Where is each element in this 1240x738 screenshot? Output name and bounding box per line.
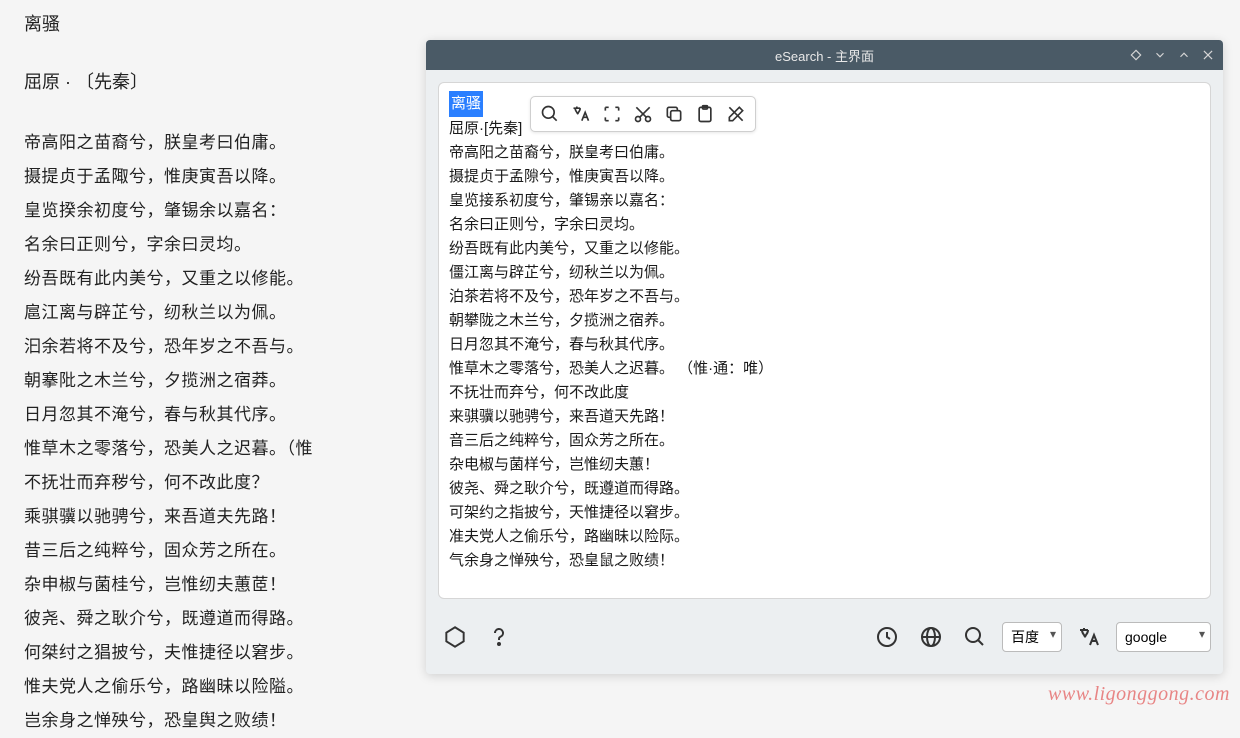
window-controls (1127, 46, 1217, 64)
translate-icon[interactable] (566, 99, 596, 129)
editor-line: 彼尧、舜之耿介兮，既遵道而得路。 (449, 477, 1200, 501)
translate-footer-icon[interactable] (1072, 620, 1106, 654)
editor-line: 皇览接系初度兮，肇锡亲以嘉名： (449, 189, 1200, 213)
selection-toolbar (530, 96, 756, 132)
delete-icon[interactable] (721, 99, 751, 129)
titlebar: eSearch - 主界面 (426, 40, 1223, 70)
copy-icon[interactable] (659, 99, 689, 129)
select-all-icon[interactable] (597, 99, 627, 129)
poem-line: 帝高阳之苗裔兮，朕皇考曰伯庸。 (24, 126, 424, 160)
editor-line: 僵江离与辟芷兮，纫秋兰以为佩。 (449, 261, 1200, 285)
poem-author: 屈原 · 〔先秦〕 (24, 64, 424, 100)
editor-line: 名余曰正则兮，字余曰灵均。 (449, 213, 1200, 237)
maximize-icon[interactable] (1175, 46, 1193, 64)
poem-line: 何桀纣之猖披兮，夫惟捷径以窘步。 (24, 636, 424, 670)
poem-line: 不抚壮而弃秽兮，何不改此度？ (24, 466, 424, 500)
history-icon[interactable] (870, 620, 904, 654)
editor-line: 杂电椒与菌样兮，岂惟纫夫蕙！ (449, 453, 1200, 477)
search-icon[interactable] (535, 99, 565, 129)
poem-line: 惟夫党人之偷乐兮，路幽昧以险隘。 (24, 670, 424, 704)
poem-line: 乘骐骥以驰骋兮，来吾道夫先路！ (24, 500, 424, 534)
editor-line: 来骐骥以驰骋兮，来吾道天先路！ (449, 405, 1200, 429)
watermark: www.ligonggong.com (1048, 683, 1230, 706)
poem-line: 彼尧、舜之耿介兮，既遵道而得路。 (24, 602, 424, 636)
poem-line: 岂余身之惮殃兮，恐皇舆之败绩！ (24, 704, 424, 738)
background-poem: 离骚 屈原 · 〔先秦〕 帝高阳之苗裔兮，朕皇考曰伯庸。摄提贞于孟陬兮，惟庚寅吾… (24, 6, 424, 738)
selected-text[interactable]: 离骚 (449, 91, 483, 117)
editor-line: 不抚壮而弃兮，何不改此度 (449, 381, 1200, 405)
editor-line: 准夫党人之偷乐兮，路幽昧以险际。 (449, 525, 1200, 549)
globe-icon[interactable] (914, 620, 948, 654)
poem-line: 扈江离与辟芷兮，纫秋兰以为佩。 (24, 296, 424, 330)
window-title: eSearch - 主界面 (775, 46, 874, 65)
search-engine-select[interactable]: 百度 (1002, 622, 1062, 652)
editor-line: 音三后之纯粹兮，固众芳之所在。 (449, 429, 1200, 453)
poem-line: 汩余若将不及兮，恐年岁之不吾与。 (24, 330, 424, 364)
editor-line: 泊茶若将不及兮，恐年岁之不吾与。 (449, 285, 1200, 309)
editor-line: 气余身之惮殃兮，恐皇鼠之败绩！ (449, 549, 1200, 573)
editor-line: 可架约之指披兮，天惟捷径以窘步。 (449, 501, 1200, 525)
poem-line: 皇览揆余初度兮，肇锡余以嘉名： (24, 194, 424, 228)
poem-line: 杂申椒与菌桂兮，岂惟纫夫蕙茝！ (24, 568, 424, 602)
poem-line: 纷吾既有此内美兮，又重之以修能。 (24, 262, 424, 296)
editor-line: 惟草木之零落兮，恐美人之迟暮。 （惟·通：唯） (449, 357, 1200, 381)
help-icon[interactable] (482, 620, 516, 654)
pin-icon[interactable] (1127, 46, 1145, 64)
poem-line: 昔三后之纯粹兮，固众芳之所在。 (24, 534, 424, 568)
editor-line: 帝高阳之苗裔兮，朕皇考曰伯庸。 (449, 141, 1200, 165)
translate-engine-select[interactable]: google (1116, 622, 1211, 652)
editor-text[interactable]: 离骚 屈原·[先秦] 帝高阳之苗裔兮，朕皇考曰伯庸。摄提贞于孟隙兮，惟庚寅吾以降… (449, 91, 1200, 573)
poem-line: 惟草木之零落兮，恐美人之迟暮。（惟 (24, 432, 424, 466)
editor-line: 日月忽其不淹兮，春与秋其代序。 (449, 333, 1200, 357)
app-window: eSearch - 主界面 离骚 屈原·[先秦] 帝高阳之苗裔兮，朕皇考曰伯庸。… (426, 40, 1223, 674)
footer-bar: 百度 google (438, 609, 1211, 664)
poem-line: 名余曰正则兮，字余曰灵均。 (24, 228, 424, 262)
poem-line: 日月忽其不淹兮，春与秋其代序。 (24, 398, 424, 432)
editor-line: 摄提贞于孟隙兮，惟庚寅吾以降。 (449, 165, 1200, 189)
poem-line: 朝搴阰之木兰兮，夕揽洲之宿莽。 (24, 364, 424, 398)
paste-icon[interactable] (690, 99, 720, 129)
close-icon[interactable] (1199, 46, 1217, 64)
poem-line: 摄提贞于孟陬兮，惟庚寅吾以降。 (24, 160, 424, 194)
editor-line: 纷吾既有此内美兮，又重之以修能。 (449, 237, 1200, 261)
cut-icon[interactable] (628, 99, 658, 129)
editor-area[interactable]: 离骚 屈原·[先秦] 帝高阳之苗裔兮，朕皇考曰伯庸。摄提贞于孟隙兮，惟庚寅吾以降… (438, 82, 1211, 599)
hexagon-icon[interactable] (438, 620, 472, 654)
minimize-icon[interactable] (1151, 46, 1169, 64)
poem-title: 离骚 (24, 6, 424, 42)
footer-search-icon[interactable] (958, 620, 992, 654)
editor-line: 朝攀陇之木兰兮，夕揽洲之宿养。 (449, 309, 1200, 333)
